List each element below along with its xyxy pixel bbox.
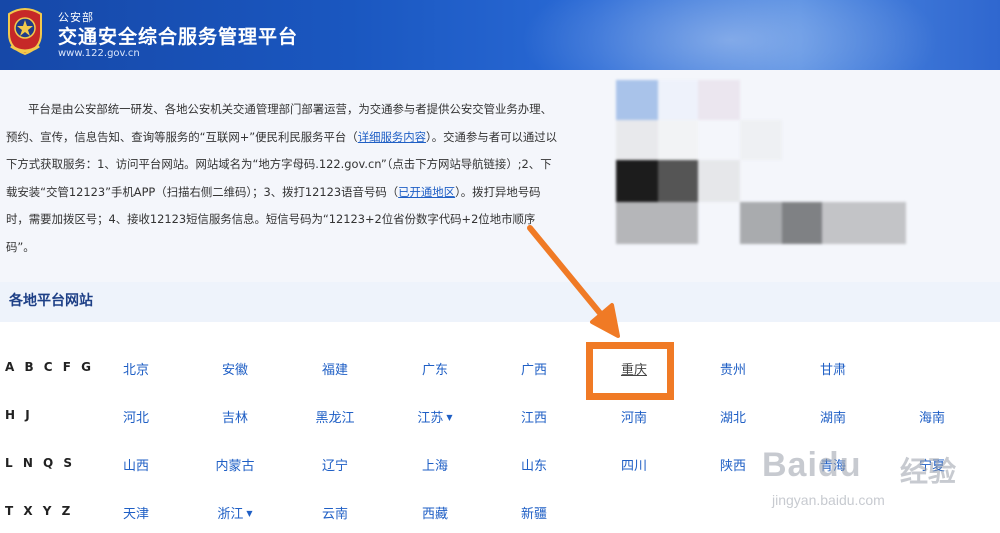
city-link-beijing[interactable]: 北京 <box>86 359 186 378</box>
row-label-txyz: T X Y Z <box>5 504 74 518</box>
police-emblem-icon[interactable] <box>3 6 47 56</box>
city-link-hebei[interactable]: 河北 <box>86 407 186 426</box>
row-label-hj: H J <box>5 408 33 422</box>
city-link-guizhou[interactable]: 贵州 <box>683 359 783 378</box>
city-link-shanxi[interactable]: 山西 <box>86 455 186 474</box>
opened-regions-link[interactable]: 已开通地区 <box>398 185 455 199</box>
site-url: www.122.gov.cn <box>58 48 140 59</box>
city-link-jiangxi[interactable]: 江西 <box>484 407 584 426</box>
chevron-down-icon: ▼ <box>446 413 453 422</box>
city-link-shanghai[interactable]: 上海 <box>385 455 485 474</box>
city-dropdown-jiangsu[interactable]: 江苏 ▼ <box>385 407 485 426</box>
row-label-lnqs: L N Q S <box>5 456 76 470</box>
city-link-hainan[interactable]: 海南 <box>882 407 982 426</box>
row-label-abcfg: A B C F G <box>5 360 94 374</box>
city-link-guangxi[interactable]: 广西 <box>484 359 584 378</box>
header-glow <box>520 0 940 70</box>
city-link-liaoning[interactable]: 辽宁 <box>285 455 385 474</box>
city-link-gansu[interactable]: 甘肃 <box>783 359 883 378</box>
site-title[interactable]: 交通安全综合服务管理平台 <box>58 22 298 49</box>
baidu-jingyan-watermark: Baidu 经验 jingyan.baidu.com <box>762 446 962 516</box>
service-details-link[interactable]: 详细服务内容 <box>358 130 426 144</box>
paw-icon: du <box>817 446 862 484</box>
city-dropdown-zhejiang[interactable]: 浙江 ▼ <box>185 503 285 522</box>
city-link-jilin[interactable]: 吉林 <box>185 407 285 426</box>
city-link-henan[interactable]: 河南 <box>584 407 684 426</box>
city-link-yunnan[interactable]: 云南 <box>285 503 385 522</box>
city-link-sichuan[interactable]: 四川 <box>584 455 684 474</box>
section-title: 各地平台网站 <box>9 293 93 309</box>
app-qr-code-blurred <box>616 80 916 250</box>
annotation-highlight-box <box>586 342 674 400</box>
city-link-guangdong[interactable]: 广东 <box>385 359 485 378</box>
watermark-url: jingyan.baidu.com <box>772 492 885 508</box>
city-link-jiangsu: 江苏 <box>417 411 444 426</box>
watermark-logo: Baidu <box>762 446 861 485</box>
watermark-cn: 经验 <box>900 455 957 488</box>
city-link-xinjiang[interactable]: 新疆 <box>484 503 584 522</box>
section-header-bar <box>0 282 1000 322</box>
city-link-hunan[interactable]: 湖南 <box>783 407 883 426</box>
city-link-heilongjiang[interactable]: 黑龙江 <box>285 407 385 426</box>
city-link-fujian[interactable]: 福建 <box>285 359 385 378</box>
city-link-xizang[interactable]: 西藏 <box>385 503 485 522</box>
intro-paragraph: 平台是由公安部统一研发、各地公安机关交通管理部门部署运营，为交通参与者提供公安交… <box>6 96 562 261</box>
site-header: 公安部 交通安全综合服务管理平台 www.122.gov.cn <box>0 0 1000 70</box>
city-link-anhui[interactable]: 安徽 <box>185 359 285 378</box>
watermark-brand: Bai <box>762 446 818 484</box>
city-link-shandong[interactable]: 山东 <box>484 455 584 474</box>
city-link-zhejiang: 浙江 <box>217 507 244 522</box>
chevron-down-icon: ▼ <box>246 509 253 518</box>
city-link-hubei[interactable]: 湖北 <box>683 407 783 426</box>
city-link-tianjin[interactable]: 天津 <box>86 503 186 522</box>
city-link-neimenggu[interactable]: 内蒙古 <box>185 455 285 474</box>
